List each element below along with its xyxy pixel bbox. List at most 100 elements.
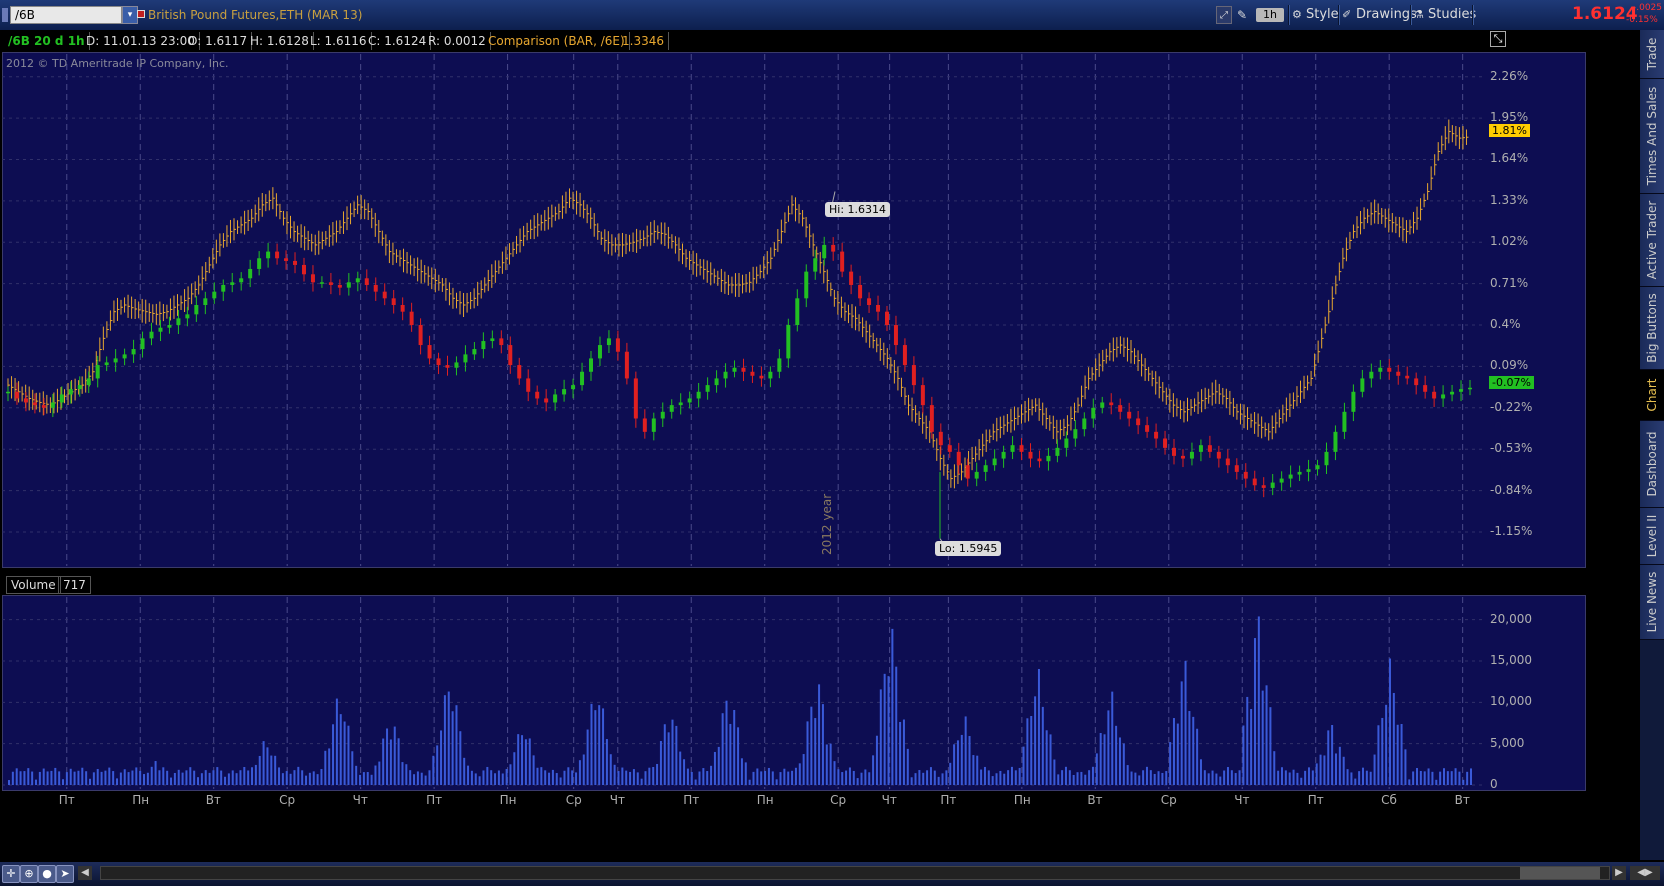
volume-bar <box>424 775 427 785</box>
volume-bar <box>1277 770 1280 785</box>
toolbar-divider <box>1288 5 1290 25</box>
candle-body <box>858 284 863 299</box>
comparison-label[interactable]: Comparison (BAR, /6E) <box>484 32 630 50</box>
candle-body <box>14 391 19 399</box>
chart-settings-icon[interactable]: ⤡ <box>1490 31 1506 47</box>
tab-big-buttons[interactable]: Big Buttons <box>1640 287 1664 370</box>
style-button[interactable]: Style <box>1306 6 1339 24</box>
symbol-input[interactable]: /6B <box>10 6 122 24</box>
candle-body <box>284 258 289 261</box>
bar-high: H: 1.6128 <box>246 32 314 50</box>
volume-bar <box>721 713 724 785</box>
volume-bar <box>602 708 605 785</box>
study-label[interactable]: /6B 20 d 1h <box>4 32 90 50</box>
volume-bar <box>1180 681 1183 785</box>
expand-icon[interactable]: ⤢ <box>1216 6 1232 24</box>
volume-bar <box>1408 779 1411 785</box>
volume-bar <box>1026 718 1029 785</box>
volume-bar <box>791 770 794 785</box>
candle-body <box>1378 367 1383 372</box>
candle-body <box>544 398 549 403</box>
tab-times-and-sales[interactable]: Times And Sales <box>1640 79 1664 194</box>
x-tick-label: Вт <box>1087 793 1103 807</box>
candle-body <box>319 282 324 284</box>
drawings-button[interactable]: Drawings <box>1356 6 1417 24</box>
candle-body <box>902 345 907 366</box>
volume-bar <box>204 770 207 785</box>
volume-bar <box>332 724 335 785</box>
y-tick-label: 0.71% <box>1490 275 1529 290</box>
symbol-dropdown-button[interactable]: ▾ <box>122 6 138 24</box>
candle-body <box>974 471 979 479</box>
tab-trade[interactable]: Trade <box>1640 30 1664 79</box>
volume-bar <box>397 738 400 785</box>
time-scrollbar[interactable] <box>100 866 1610 880</box>
candle-body <box>1261 485 1266 488</box>
y-tick-label: 5,000 <box>1490 735 1525 750</box>
candle-body <box>257 258 262 269</box>
tab-chart[interactable]: Chart <box>1640 370 1664 421</box>
candle-body <box>176 318 181 326</box>
tab-live-news[interactable]: Live News <box>1640 565 1664 640</box>
scroll-left-icon[interactable]: ◀ <box>78 866 92 880</box>
volume-bar <box>1118 737 1121 785</box>
zoom-icon[interactable]: ⊕ <box>20 865 38 883</box>
tools-icon[interactable]: ✎ <box>1234 6 1250 24</box>
volume-bar <box>413 774 416 785</box>
volume-bar <box>243 766 246 785</box>
tab-level-ii[interactable]: Level II <box>1640 508 1664 565</box>
volume-bar <box>58 771 61 785</box>
volume-bar <box>73 771 76 785</box>
volume-bar <box>926 770 929 785</box>
tab-dashboard[interactable]: Dashboard <box>1640 421 1664 508</box>
candle-body <box>32 402 37 406</box>
timeframe-button[interactable]: 1h <box>1256 8 1284 22</box>
candle-body <box>606 338 611 346</box>
volume-bar <box>999 770 1002 785</box>
x-tick-label: Ср <box>830 793 847 807</box>
candle-body <box>68 389 73 395</box>
volume-bar <box>833 761 836 785</box>
tab-active-trader[interactable]: Active Trader <box>1640 194 1664 287</box>
volume-bar <box>953 744 956 785</box>
volume-bar <box>1072 774 1075 785</box>
candle-body <box>920 385 925 406</box>
crosshair-icon[interactable]: ✛ <box>2 865 20 883</box>
volume-bar <box>278 767 281 785</box>
candle-body <box>589 358 594 372</box>
x-tick-label: Чт <box>352 793 368 807</box>
volume-label[interactable]: Volume <box>6 576 61 594</box>
volume-bar <box>1153 773 1156 785</box>
volume-bar <box>216 767 219 785</box>
candle-body <box>1306 469 1311 472</box>
volume-bar <box>563 770 566 785</box>
volume-bar <box>598 705 601 785</box>
volume-bar <box>1392 692 1395 785</box>
candle-body <box>1109 402 1114 406</box>
candle-body <box>1010 445 1015 452</box>
candle-body <box>310 274 315 283</box>
volume-bar <box>1350 772 1353 785</box>
link-icon[interactable] <box>2 8 8 22</box>
scroll-right-icon[interactable]: ▶ <box>1612 866 1626 880</box>
pointer-icon[interactable]: ➤ <box>56 865 74 883</box>
volume-chart <box>2 597 1484 789</box>
volume-bar <box>1099 732 1102 785</box>
studies-button[interactable]: Studies <box>1428 6 1476 24</box>
volume-bar <box>89 778 92 785</box>
volume-bar <box>401 762 404 785</box>
volume-bar <box>1007 770 1010 785</box>
candle-body <box>1118 405 1123 412</box>
volume-bar <box>1207 773 1210 785</box>
volume-bar <box>1462 779 1465 785</box>
expand-horizontal-icon[interactable]: ◀▶ <box>1630 866 1660 880</box>
candle-body <box>1333 431 1338 452</box>
scrollbar-thumb[interactable] <box>1520 867 1600 879</box>
candle-body <box>59 394 64 403</box>
volume-bar <box>648 767 651 785</box>
volume-bar <box>1211 770 1214 785</box>
volume-bar <box>972 755 975 785</box>
circle-tool-icon[interactable]: ● <box>38 865 56 883</box>
candle-body <box>1073 429 1078 439</box>
volume-bar <box>594 710 597 785</box>
